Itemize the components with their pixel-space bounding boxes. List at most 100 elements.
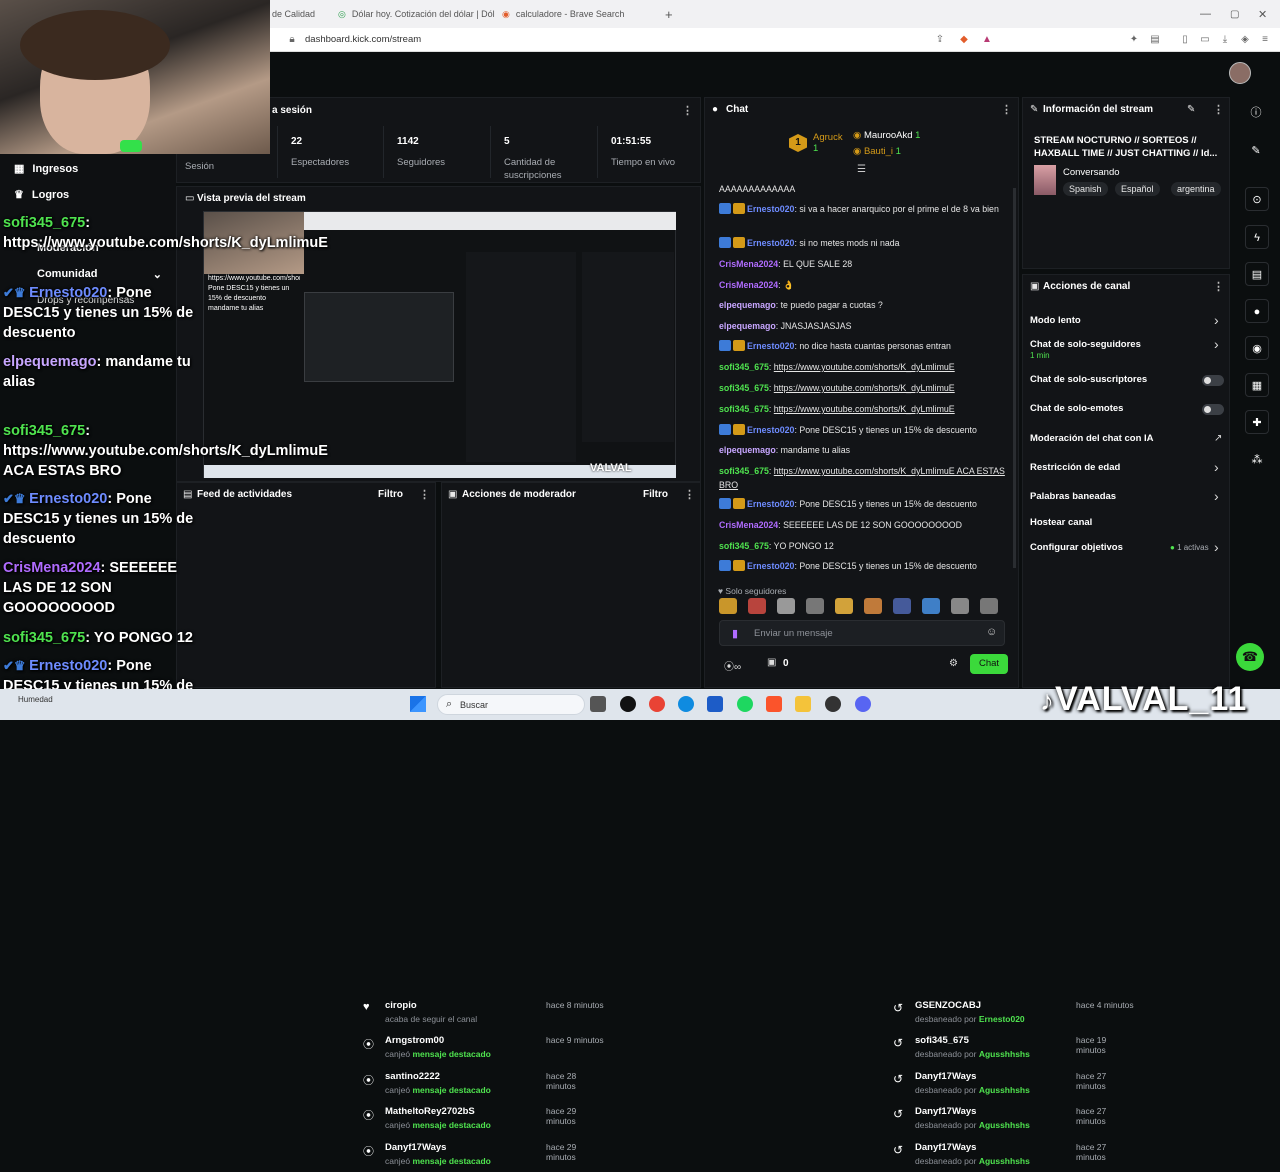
activity-user[interactable]: MatheltoRey2702bS bbox=[385, 1106, 475, 1117]
folder-icon[interactable] bbox=[795, 696, 811, 712]
close-window-icon[interactable]: ✕ bbox=[1258, 0, 1267, 28]
mod-action-user[interactable]: GSENZOCABJ bbox=[915, 1000, 981, 1011]
channel-action-item[interactable]: Palabras baneadas › bbox=[1030, 488, 1226, 513]
menu-icon[interactable]: ≡ bbox=[1258, 33, 1272, 47]
share-icon[interactable]: ⇪ bbox=[933, 33, 947, 47]
nodes-icon[interactable]: ⁂ bbox=[1245, 448, 1269, 472]
channel-action-item[interactable]: Configurar objetivos ● 1 activas › bbox=[1030, 539, 1226, 564]
chat-username[interactable]: sofi345_675 bbox=[719, 541, 769, 551]
toggle-switch[interactable] bbox=[1202, 404, 1224, 415]
top-user[interactable]: ◉ Bauti_i 1 bbox=[853, 146, 901, 157]
mod-action-by[interactable]: Agusshhshs bbox=[979, 1049, 1030, 1059]
channel-action-item[interactable]: Restricción de edad › bbox=[1030, 459, 1226, 484]
stream-preview-video[interactable]: https://www.youtube.com/shorts/K_dyLmlim… bbox=[203, 211, 676, 478]
chat-username[interactable]: CrisMena2024 bbox=[719, 259, 778, 269]
emote-icon[interactable] bbox=[748, 598, 766, 614]
chat-username[interactable]: elpequemago bbox=[719, 445, 776, 455]
chat-message-text[interactable]: https://www.youtube.com/shorts/K_dyLmlim… bbox=[774, 362, 955, 372]
downloads-icon[interactable]: ⤓ bbox=[1218, 33, 1232, 47]
emote-icon[interactable] bbox=[893, 598, 911, 614]
channel-action-item[interactable]: Moderación del chat con IA ↗ bbox=[1030, 433, 1226, 455]
emote-icon[interactable] bbox=[864, 598, 882, 614]
mod-action-by[interactable]: Agusshhshs bbox=[979, 1120, 1030, 1130]
taskbar-search[interactable]: ⌕ Buscar bbox=[437, 694, 585, 715]
chat-username[interactable]: elpequemago bbox=[719, 300, 776, 310]
activity-filter-button[interactable]: Filtro bbox=[378, 489, 403, 500]
chat-scrollbar[interactable] bbox=[1013, 188, 1016, 568]
edit-icon[interactable]: ✎ bbox=[1187, 104, 1195, 115]
chat-username[interactable]: Ernesto020 bbox=[747, 238, 794, 248]
send-chat-button[interactable]: Chat bbox=[970, 654, 1008, 674]
more-icon[interactable]: ⋮ bbox=[684, 488, 695, 501]
spotify-icon[interactable] bbox=[737, 696, 753, 712]
wallet-icon[interactable]: ▭ bbox=[1198, 33, 1212, 47]
brave-icon[interactable] bbox=[766, 696, 782, 712]
layout-icon[interactable]: ▦ bbox=[1245, 373, 1269, 397]
target-icon[interactable]: ⊙ bbox=[1245, 187, 1269, 211]
emote-icon[interactable] bbox=[777, 598, 795, 614]
emote-icon[interactable] bbox=[951, 598, 969, 614]
broadcast-icon[interactable]: ◉ bbox=[1245, 336, 1269, 360]
windows-start-icon[interactable] bbox=[410, 696, 426, 712]
chrome-icon[interactable] bbox=[649, 696, 665, 712]
chat-username[interactable]: Ernesto020 bbox=[747, 499, 794, 509]
store-icon[interactable] bbox=[707, 696, 723, 712]
extensions-icon[interactable]: ✦ bbox=[1127, 33, 1141, 47]
mod-filter-button[interactable]: Filtro bbox=[643, 489, 668, 500]
bolt-icon[interactable]: ϟ bbox=[1245, 225, 1269, 249]
discord-icon[interactable] bbox=[855, 696, 871, 712]
chat-username[interactable]: Ernesto020 bbox=[747, 561, 794, 571]
emote-icon[interactable] bbox=[806, 598, 824, 614]
channel-action-item[interactable]: Chat de solo-suscriptores bbox=[1030, 374, 1226, 396]
chat-username[interactable]: Ernesto020 bbox=[747, 204, 794, 214]
browser-tab[interactable]: ◎ Dólar hoy. Cotización del dólar | Dól bbox=[338, 0, 495, 28]
wrench-icon[interactable]: ✚ bbox=[1245, 410, 1269, 434]
reader-icon[interactable]: ▤ bbox=[1148, 33, 1162, 47]
brave-rewards-icon[interactable]: ▲ bbox=[980, 33, 994, 47]
more-icon[interactable]: ⋮ bbox=[1213, 103, 1224, 116]
chat-username[interactable]: sofi345_675 bbox=[719, 362, 769, 372]
mod-action-by[interactable]: Agusshhshs bbox=[979, 1156, 1030, 1166]
clipboard-icon[interactable]: ▤ bbox=[1245, 262, 1269, 286]
chat-message-text[interactable]: https://www.youtube.com/shorts/K_dyLmlim… bbox=[774, 404, 955, 414]
channel-action-item[interactable]: Chat de solo-emotes bbox=[1030, 403, 1226, 425]
external-link-icon[interactable]: ↗ bbox=[1214, 433, 1222, 444]
emoji-icon[interactable]: ☺ bbox=[986, 626, 997, 638]
chat-input[interactable]: ▮ Enviar un mensaje ☺ bbox=[719, 620, 1005, 646]
more-icon[interactable]: ⋮ bbox=[1001, 103, 1012, 116]
chat-username[interactable]: Ernesto020 bbox=[747, 425, 794, 435]
activity-user[interactable]: santino2222 bbox=[385, 1071, 440, 1082]
help-chat-icon[interactable]: ☎ bbox=[1236, 643, 1264, 671]
toggle-switch[interactable] bbox=[1202, 375, 1224, 386]
minimize-icon[interactable]: — bbox=[1200, 0, 1211, 28]
obs-icon[interactable] bbox=[620, 696, 636, 712]
chat-username[interactable]: sofi345_675 bbox=[719, 404, 769, 414]
browser-tab[interactable]: ◉ calculadore - Brave Search bbox=[502, 0, 624, 28]
more-icon[interactable]: ⋮ bbox=[1213, 280, 1224, 293]
collapse-icon[interactable]: ☰ bbox=[857, 164, 866, 175]
sidebar-item-logros[interactable]: ♛ Logros bbox=[14, 188, 69, 201]
settings-icon[interactable]: ⚙ bbox=[949, 658, 958, 669]
channel-action-item[interactable]: Chat de solo-seguidores 1 min › bbox=[1030, 336, 1226, 361]
mod-action-by[interactable]: Ernesto020 bbox=[979, 1014, 1025, 1024]
emote-icon[interactable] bbox=[835, 598, 853, 614]
avatar[interactable] bbox=[1229, 62, 1251, 84]
activity-user[interactable]: ciropio bbox=[385, 1000, 417, 1011]
channel-action-item[interactable]: Hostear canal bbox=[1030, 517, 1226, 539]
mod-action-user[interactable]: Danyf17Ways bbox=[915, 1142, 976, 1153]
mod-action-user[interactable]: Danyf17Ways bbox=[915, 1071, 976, 1082]
brave-shield-icon[interactable]: ◆ bbox=[957, 33, 971, 47]
chat-username[interactable]: elpequemago bbox=[719, 321, 776, 331]
mod-action-user[interactable]: Danyf17Ways bbox=[915, 1106, 976, 1117]
top-user[interactable]: Agruck 1 bbox=[813, 132, 843, 154]
chat-username[interactable]: sofi345_675 bbox=[719, 466, 769, 476]
url-input[interactable]: dashboard.kick.com/stream bbox=[305, 34, 421, 45]
emote-icon[interactable] bbox=[922, 598, 940, 614]
new-tab-button[interactable]: + bbox=[665, 0, 673, 28]
steam-icon[interactable] bbox=[825, 696, 841, 712]
sidebar-item-comunidad[interactable]: Comunidad ⌄ bbox=[37, 268, 162, 281]
mod-action-by[interactable]: Agusshhshs bbox=[979, 1085, 1030, 1095]
chat-username[interactable]: CrisMena2024 bbox=[719, 520, 778, 530]
sidebar-icon[interactable]: ▯ bbox=[1178, 33, 1192, 47]
mic-icon[interactable]: ▮ bbox=[732, 627, 738, 640]
